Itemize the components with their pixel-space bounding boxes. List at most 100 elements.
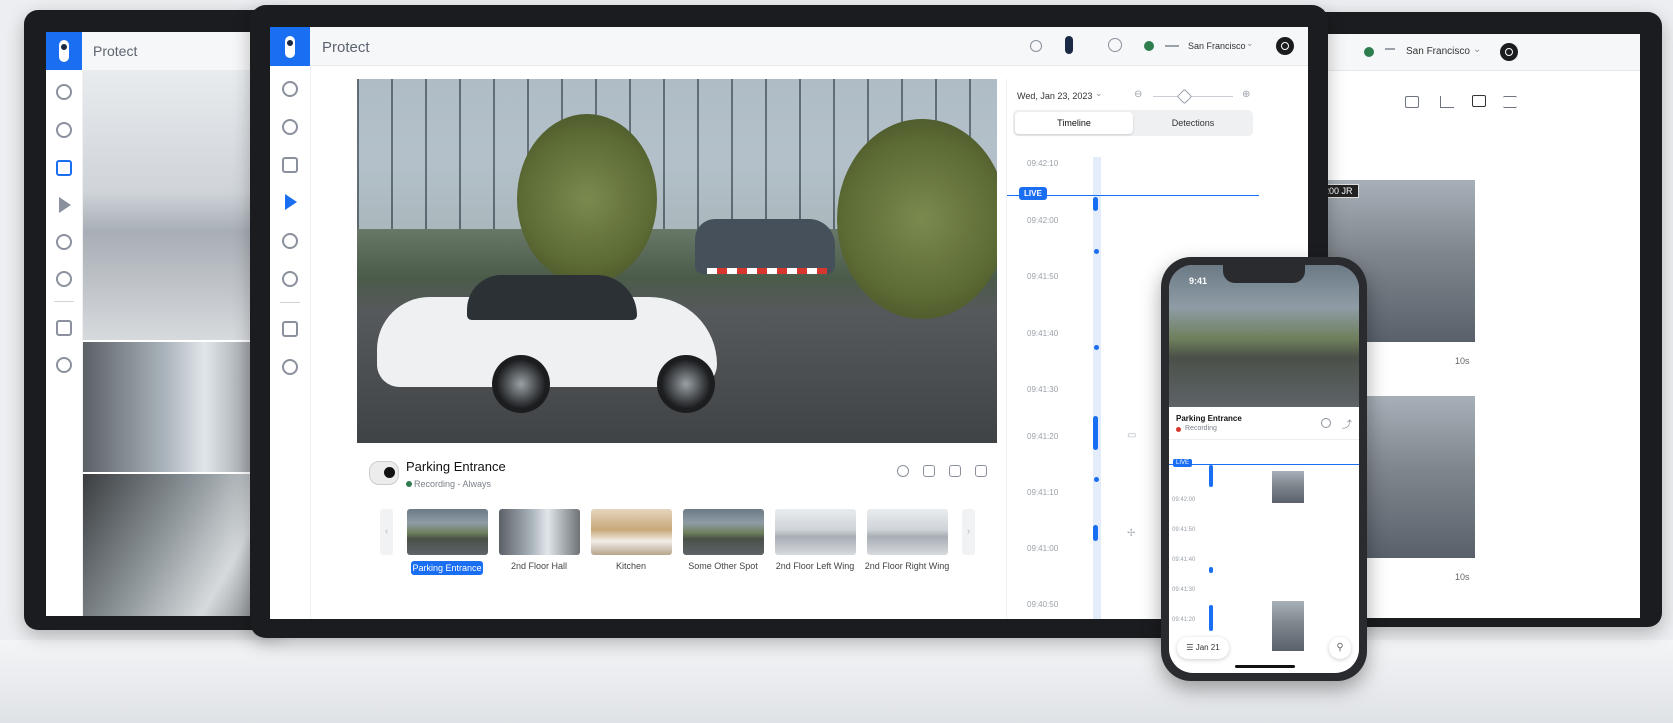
person-detection-icon[interactable]: ✢ — [1127, 528, 1135, 539]
left-nav-rail — [270, 66, 311, 619]
detection-thumb[interactable] — [1272, 471, 1304, 503]
recording-event[interactable] — [1209, 567, 1213, 573]
share-icon[interactable]: ⤴ — [1342, 416, 1352, 431]
dashboard-icon[interactable] — [282, 81, 298, 97]
detections-icon[interactable] — [56, 234, 72, 250]
camera-label[interactable]: Kitchen — [581, 561, 681, 571]
phone-camera-status: Recording — [1185, 425, 1217, 432]
add-user-icon[interactable] — [1108, 38, 1122, 52]
site-chevron-icon[interactable]: ⌄ — [1473, 44, 1481, 55]
recording-event[interactable] — [1094, 477, 1099, 482]
phone-screen: 9:41 Parking Entrance Recording ⤴ LIVE 0… — [1169, 265, 1359, 673]
live-badge[interactable]: LIVE — [1019, 187, 1047, 200]
video-player[interactable] — [357, 79, 997, 443]
devices-icon[interactable] — [282, 119, 298, 135]
calendar-icon: ☰ — [1186, 643, 1196, 652]
protect-logo[interactable] — [46, 32, 82, 70]
site-status-icon — [1144, 41, 1154, 51]
playback-icon[interactable] — [285, 194, 297, 210]
grid-view-icon[interactable] — [1472, 95, 1486, 107]
date-picker[interactable]: Wed, Jan 23, 2023 — [1017, 91, 1092, 101]
phone-video[interactable] — [1169, 265, 1359, 407]
settings-icon[interactable] — [56, 357, 72, 373]
recording-event[interactable] — [1209, 465, 1213, 487]
site-status-icon — [1364, 47, 1374, 57]
camera-label[interactable]: 2nd Floor Left Wing — [765, 561, 865, 571]
white-suv — [377, 267, 717, 417]
camera-label[interactable]: Parking Entrance — [411, 561, 483, 575]
detection-thumb[interactable] — [1272, 601, 1304, 651]
camera-thumb-parking-entrance[interactable] — [407, 509, 488, 555]
detections-icon[interactable] — [282, 233, 298, 249]
settings-icon[interactable] — [1321, 418, 1331, 428]
alarms-icon[interactable] — [282, 271, 298, 287]
phone-notch — [1223, 265, 1305, 283]
user-avatar[interactable] — [1500, 43, 1518, 61]
calendar-icon[interactable] — [1405, 96, 1419, 108]
recording-event[interactable] — [1094, 345, 1099, 350]
console-icon — [1165, 45, 1179, 47]
recording-event[interactable] — [1093, 525, 1098, 541]
logs-icon[interactable] — [56, 320, 72, 336]
camera-device-icon[interactable] — [1065, 36, 1073, 54]
camera-icon — [369, 461, 399, 485]
camera-thumb-kitchen[interactable] — [591, 509, 672, 555]
download-icon[interactable] — [949, 465, 961, 477]
live-badge[interactable]: LIVE — [1173, 459, 1193, 467]
gate-barrier — [707, 268, 827, 274]
camera-thumb-2nd-floor-hall[interactable] — [499, 509, 580, 555]
vehicle-detection-icon[interactable]: ▭ — [1127, 430, 1136, 441]
zoom-slider-handle[interactable] — [1176, 88, 1193, 105]
filter-icon[interactable]: ⚲ — [1329, 637, 1351, 659]
logs-icon[interactable] — [282, 321, 298, 337]
user-avatar[interactable] — [1276, 37, 1294, 55]
recording-status-icon — [1176, 427, 1181, 432]
camera-info-bar: Parking Entrance Recording - Always — [357, 449, 997, 511]
camera-status: Recording - Always — [414, 479, 492, 489]
date-button[interactable]: ☰ Jan 21 — [1177, 637, 1229, 659]
settings-icon[interactable] — [897, 465, 909, 477]
date-chevron-icon[interactable]: ⌄ — [1095, 88, 1103, 99]
camera-thumb-2nd-floor-right-wing[interactable] — [867, 509, 948, 555]
view-toggle: Timeline Detections — [1013, 110, 1253, 136]
recording-event[interactable] — [1093, 416, 1098, 450]
snapshot-icon[interactable] — [923, 465, 935, 477]
liveview-icon[interactable] — [282, 157, 298, 173]
camera-thumb-some-other-spot[interactable] — [683, 509, 764, 555]
site-selector[interactable]: San Francisco — [1188, 41, 1246, 51]
liveview-icon[interactable] — [56, 160, 72, 176]
filter-icon[interactable] — [1503, 96, 1517, 108]
camera-name: Parking Entrance — [406, 459, 506, 474]
devices-icon[interactable] — [56, 122, 72, 138]
app-title: Protect — [93, 43, 138, 59]
protect-logo[interactable] — [270, 27, 310, 66]
dashboard-icon[interactable] — [56, 84, 72, 100]
tab-timeline[interactable]: Timeline — [1015, 112, 1133, 134]
zoom-slider[interactable] — [1153, 96, 1233, 97]
recording-event[interactable] — [1093, 197, 1098, 211]
stats-icon[interactable] — [1440, 96, 1454, 108]
zoom-in-icon[interactable]: ⊕ — [1242, 89, 1250, 100]
recording-track[interactable] — [1093, 157, 1101, 619]
camera-label[interactable]: 2nd Floor Hall — [489, 561, 589, 571]
notifications-icon[interactable] — [1030, 40, 1042, 52]
left-nav-rail — [46, 70, 83, 616]
phone-camera-card: Parking Entrance Recording ⤴ — [1169, 407, 1359, 440]
camera-thumb-2nd-floor-left-wing[interactable] — [775, 509, 856, 555]
recording-event[interactable] — [1209, 605, 1213, 631]
camera-label[interactable]: Some Other Spot — [673, 561, 773, 571]
zoom-out-icon[interactable]: ⊖ — [1134, 89, 1142, 100]
recording-event[interactable] — [1094, 249, 1099, 254]
site-chevron-icon[interactable]: ⌄ — [1246, 38, 1254, 49]
site-selector[interactable]: San Francisco — [1406, 46, 1470, 57]
parked-suv — [695, 219, 835, 274]
alarms-icon[interactable] — [56, 271, 72, 287]
camera-label[interactable]: 2nd Floor Right Wing — [857, 561, 957, 571]
tab-detections[interactable]: Detections — [1135, 112, 1251, 134]
delete-icon[interactable] — [975, 465, 987, 477]
clip-duration: 10s — [1455, 356, 1470, 366]
settings-icon[interactable] — [282, 359, 298, 375]
playback-icon[interactable] — [59, 197, 71, 213]
phone: 9:41 Parking Entrance Recording ⤴ LIVE 0… — [1161, 257, 1367, 681]
camera-strip: Parking Entrance 2nd Floor Hall Kitchen … — [378, 509, 978, 599]
